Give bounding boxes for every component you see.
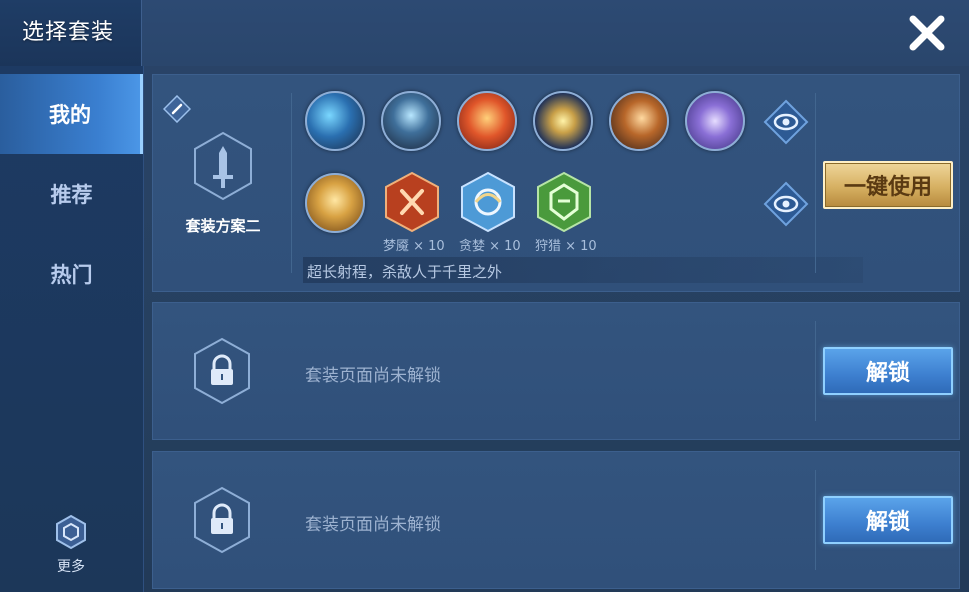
more-label: 更多	[57, 559, 85, 575]
preview-runes-button[interactable]	[763, 181, 809, 227]
eye-icon	[763, 99, 809, 145]
divider	[815, 470, 816, 570]
locked-suit-panel: 套装页面尚未解锁 解锁	[152, 302, 960, 440]
page-title: 选择套装	[22, 20, 115, 45]
rune-label: 贪婪 × 10	[459, 239, 521, 254]
divider	[815, 93, 816, 273]
lock-icon	[194, 486, 250, 554]
divider	[815, 321, 816, 421]
suit-description: 超长射程，杀敌人于千里之外	[303, 257, 863, 283]
sidebar-item-mine[interactable]: 我的	[0, 74, 143, 154]
lock-icon	[194, 337, 250, 405]
sidebar-item-hot[interactable]: 热门	[0, 234, 143, 314]
edit-button[interactable]	[162, 94, 192, 124]
rune-icon-hunting[interactable]	[535, 171, 593, 233]
close-icon	[909, 15, 945, 51]
edit-icon	[162, 94, 192, 124]
unlock-label: 解锁	[865, 510, 910, 535]
rune-icon-greed[interactable]	[459, 171, 517, 233]
locked-text: 套装页面尚未解锁	[305, 366, 441, 386]
summoner-spell-slot[interactable]	[305, 173, 365, 233]
locked-suit-panel: 套装页面尚未解锁 解锁	[152, 451, 960, 589]
locked-text: 套装页面尚未解锁	[305, 515, 441, 535]
sidebar-item-label: 热门	[50, 263, 93, 287]
equipment-slot-6[interactable]	[685, 91, 745, 151]
apply-suit-button[interactable]: 一键使用	[823, 161, 953, 209]
more-icon	[56, 514, 86, 550]
eye-icon	[763, 181, 809, 227]
equipment-slot-5[interactable]	[609, 91, 669, 151]
preview-equipment-button[interactable]	[763, 99, 809, 145]
title-tab: 选择套装	[0, 0, 142, 66]
unlock-button[interactable]: 解锁	[823, 347, 953, 395]
rune-label: 狩猎 × 10	[535, 239, 597, 254]
lock-badge	[191, 337, 253, 405]
suit-name: 套装方案二	[185, 217, 261, 235]
equipment-slot-2[interactable]	[381, 91, 441, 151]
close-button[interactable]	[904, 10, 950, 56]
more-button[interactable]: 更多	[44, 514, 98, 575]
equipment-slot-1[interactable]	[305, 91, 365, 151]
sword-icon	[194, 131, 252, 201]
sidebar-item-recommended[interactable]: 推荐	[0, 154, 143, 234]
unlock-label: 解锁	[865, 361, 910, 386]
unlock-button[interactable]: 解锁	[823, 496, 953, 544]
equipment-slot-4[interactable]	[533, 91, 593, 151]
sidebar-item-label: 推荐	[50, 183, 93, 207]
rune-label: 梦魇 × 10	[383, 239, 445, 254]
suit-panel: 套装方案二 梦魇 × 10 贪婪 × 10 狩猎 × 10 超长射程，杀敌人于千…	[152, 74, 960, 292]
top-bar: 选择套装	[0, 0, 969, 66]
lock-badge	[191, 486, 253, 554]
rune-icon-nightmare[interactable]	[383, 171, 441, 233]
equipment-slot-3[interactable]	[457, 91, 517, 151]
apply-suit-label: 一键使用	[843, 175, 932, 200]
sidebar-item-label: 我的	[49, 103, 91, 127]
divider	[291, 93, 292, 273]
suit-icon	[191, 131, 255, 201]
suit-description-text: 超长射程，杀敌人于千里之外	[307, 263, 503, 281]
sidebar: 我的 推荐 热门 更多	[0, 66, 144, 592]
